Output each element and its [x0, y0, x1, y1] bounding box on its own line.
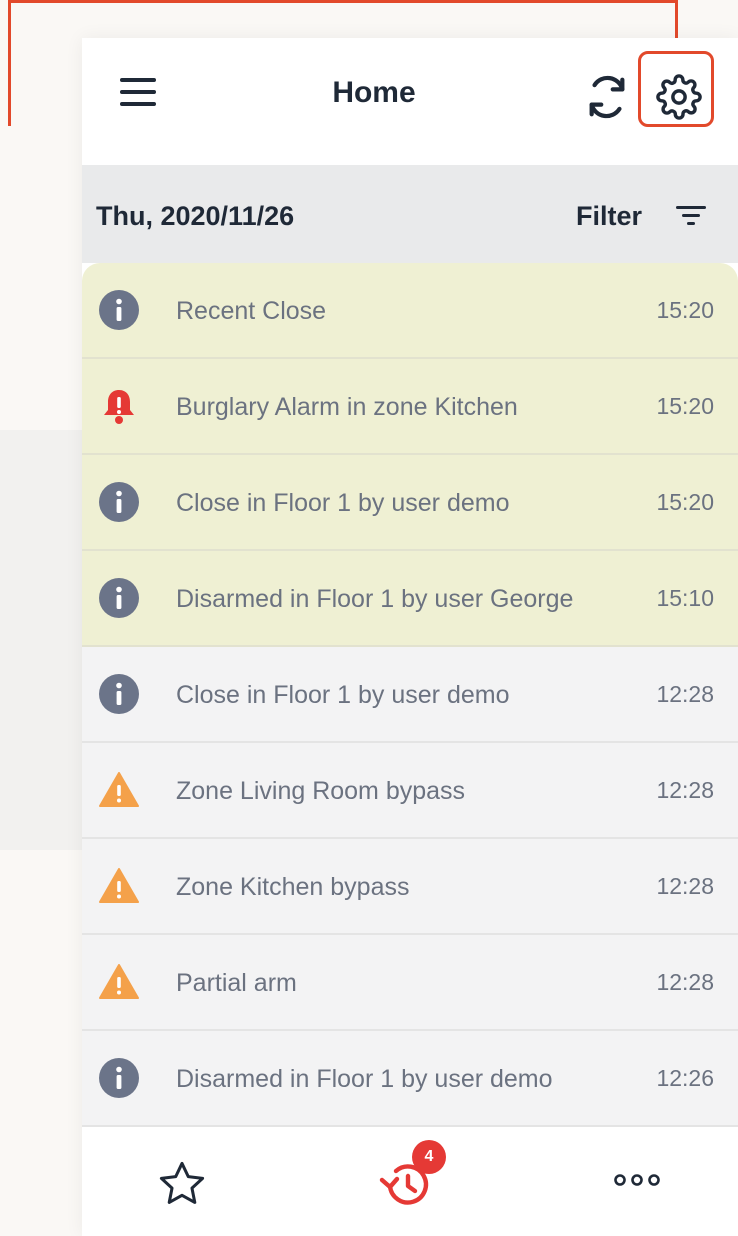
event-row[interactable]: Zone Kitchen bypass 12:28: [82, 839, 738, 935]
annotation-connector-top: [8, 0, 678, 3]
info-icon: [99, 674, 139, 714]
bottom-tab-bar: 4: [82, 1130, 738, 1236]
settings-highlight-box: [638, 51, 714, 127]
event-text: Burglary Alarm in zone Kitchen: [176, 393, 518, 421]
history-badge: 4: [412, 1140, 446, 1174]
event-text: Close in Floor 1 by user demo: [176, 489, 510, 517]
event-row[interactable]: Disarmed in Floor 1 by user George 15:10: [82, 551, 738, 647]
event-row[interactable]: Burglary Alarm in zone Kitchen 15:20: [82, 359, 738, 455]
event-text: Zone Kitchen bypass: [176, 873, 410, 901]
app-screen: Home Thu, 2020/11/26 Filter Recent Close…: [82, 38, 738, 1236]
background-panel: [0, 430, 82, 850]
event-text: Disarmed in Floor 1 by user George: [176, 585, 574, 613]
event-row[interactable]: Partial arm 12:28: [82, 935, 738, 1031]
event-list: Recent Close 15:20 Burglary Alarm in zon…: [82, 263, 738, 1127]
star-icon[interactable]: [156, 1158, 208, 1210]
event-row[interactable]: Close in Floor 1 by user demo 15:20: [82, 455, 738, 551]
info-icon: [99, 482, 139, 522]
warning-icon: [99, 772, 139, 807]
event-row[interactable]: Close in Floor 1 by user demo 12:28: [82, 647, 738, 743]
event-row[interactable]: Disarmed in Floor 1 by user demo 12:26: [82, 1031, 738, 1127]
event-time: 12:28: [656, 873, 714, 899]
info-icon: [99, 290, 139, 330]
event-time: 15:20: [656, 297, 714, 323]
annotation-connector-left: [8, 0, 11, 126]
refresh-icon[interactable]: [584, 74, 630, 120]
event-text: Zone Living Room bypass: [176, 777, 466, 805]
page-title: Home: [332, 76, 416, 109]
event-row[interactable]: Recent Close 15:20: [82, 263, 738, 359]
event-time: 12:26: [656, 1065, 714, 1091]
alarm-bell-icon: [104, 390, 134, 424]
event-time: 15:20: [656, 393, 714, 419]
date-label: Thu, 2020/11/26: [96, 201, 295, 231]
more-dots-icon[interactable]: [612, 1170, 662, 1190]
warning-icon: [99, 868, 139, 903]
annotation-connector-right: [675, 0, 678, 42]
event-time: 15:10: [656, 585, 714, 611]
event-text: Close in Floor 1 by user demo: [176, 681, 510, 709]
event-text: Partial arm: [176, 969, 297, 997]
event-time: 15:20: [656, 489, 714, 515]
event-row[interactable]: Zone Living Room bypass 12:28: [82, 743, 738, 839]
filter-button[interactable]: Filter: [576, 201, 642, 232]
event-time: 12:28: [656, 681, 714, 707]
event-time: 12:28: [656, 777, 714, 803]
event-time: 12:28: [656, 969, 714, 995]
warning-icon: [99, 964, 139, 999]
info-icon: [99, 578, 139, 618]
date-bar: Thu, 2020/11/26 Filter: [82, 165, 738, 263]
event-text: Recent Close: [176, 297, 327, 325]
info-icon: [99, 1058, 139, 1098]
event-text: Disarmed in Floor 1 by user demo: [176, 1065, 553, 1093]
filter-lines-icon[interactable]: [674, 201, 708, 231]
